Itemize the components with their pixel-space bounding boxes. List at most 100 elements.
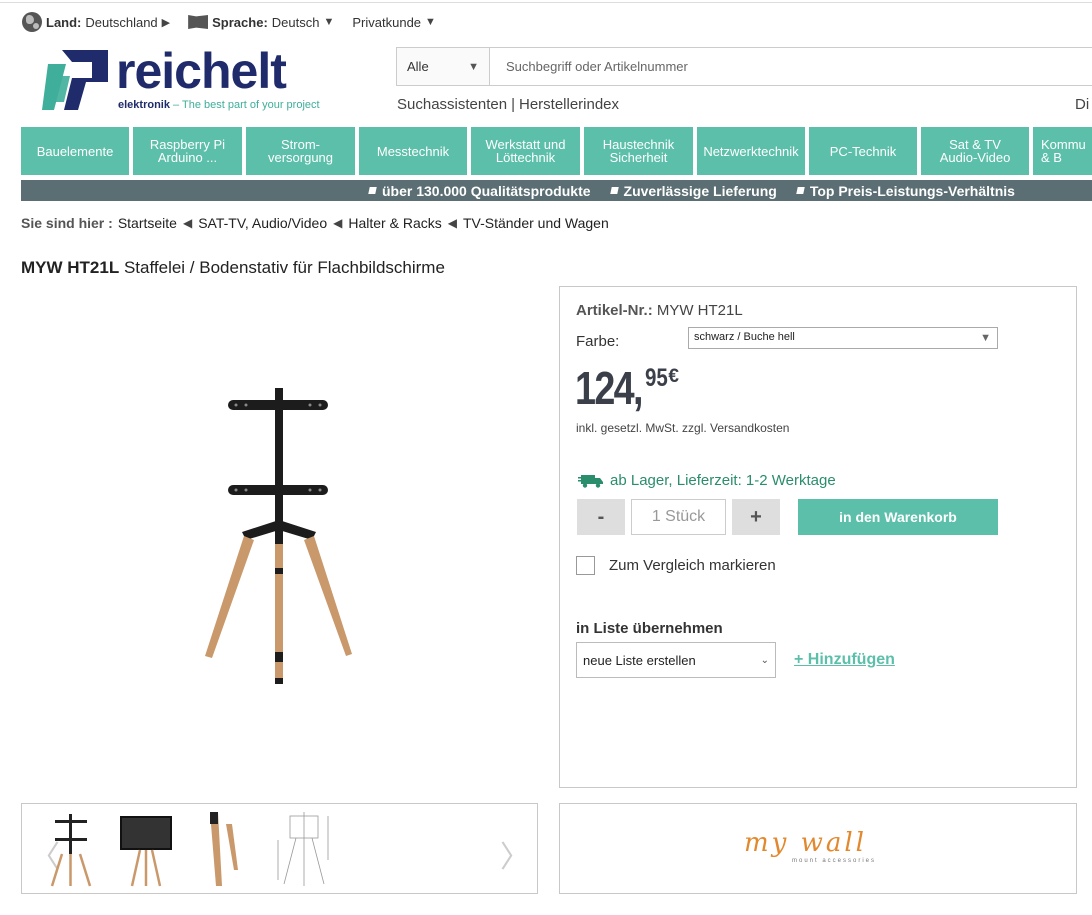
product-info-panel: Artikel-Nr.: MYW HT21L Farbe: schwarz / … — [559, 286, 1077, 788]
search-category-value: Alle — [407, 59, 429, 74]
nav-item-kommunikation[interactable]: Kommu & B — [1033, 127, 1092, 175]
globe-icon — [22, 12, 42, 32]
language-selector[interactable]: Sprache: Deutsch ▼ — [188, 15, 334, 30]
usp-text: Top Preis-Leistungs-Verhältnis — [809, 182, 1015, 199]
quantity-increase-button[interactable]: + — [732, 499, 780, 535]
square-bullet-icon — [796, 187, 805, 194]
nav-item-netzwerktechnik[interactable]: Netzwerktechnik — [697, 127, 805, 175]
product-name: Staffelei / Bodenstativ für Flachbildsch… — [123, 258, 445, 277]
logo-mark-icon — [42, 50, 108, 110]
stock-status: ab Lager, Lieferzeit: 1-2 Werktage — [578, 472, 836, 489]
breadcrumb-item[interactable]: TV-Ständer und Wagen — [463, 215, 609, 231]
stock-text: ab Lager, Lieferzeit: 1-2 Werktage — [610, 472, 836, 489]
search-category-select[interactable]: Alle ▼ — [397, 48, 490, 85]
search-bar: Alle ▼ — [396, 47, 1092, 86]
top-meta-bar: Land: Deutschland ▶ Sprache: Deutsch ▼ P… — [22, 12, 436, 32]
breadcrumb-item[interactable]: SAT-TV, Audio/Video — [198, 215, 327, 231]
list-select-value: neue Liste erstellen — [583, 652, 696, 668]
price-cents: 95 — [644, 364, 668, 392]
quantity-decrease-button[interactable]: - — [577, 499, 625, 535]
usp-text: über 130.000 Qualitätsprodukte — [382, 182, 591, 199]
compare-label: Zum Vergleich markieren — [609, 557, 776, 574]
nav-item-bauelemente[interactable]: Bauelemente — [21, 127, 129, 175]
list-label: in Liste übernehmen — [576, 620, 723, 637]
customer-type-value: Privatkunde — [352, 14, 422, 30]
chevron-down-icon: ▼ — [425, 16, 436, 28]
brand-panel: my wall mount accessories — [559, 803, 1077, 894]
brand-tagline: mount accessories — [792, 858, 877, 864]
breadcrumb-item[interactable]: Halter & Racks — [348, 215, 441, 231]
language-label: Sprache: — [212, 14, 268, 30]
add-to-cart-button[interactable]: in den Warenkorb — [798, 499, 998, 535]
product-image[interactable] — [150, 370, 410, 700]
color-select-value: schwarz / Buche hell — [694, 331, 795, 343]
price-currency: € — [668, 366, 679, 387]
thumbnail-strip: 〈 〉 — [21, 803, 538, 894]
customer-type-selector[interactable]: Privatkunde ▼ — [352, 15, 436, 30]
square-bullet-icon — [609, 187, 619, 194]
chevron-down-icon: ▼ — [980, 332, 991, 344]
nav-item-messtechnik[interactable]: Messtechnik — [359, 127, 467, 175]
article-number: Artikel-Nr.: MYW HT21L — [576, 302, 743, 319]
thumbnail[interactable] — [190, 810, 252, 888]
search-input[interactable] — [490, 48, 1092, 85]
nav-item-stromversorgung[interactable]: Strom- versorgung — [246, 127, 355, 175]
link-suchassistenten[interactable]: Suchassistenten — [397, 96, 507, 113]
chevron-right-icon[interactable]: 〉 — [500, 832, 530, 876]
logo-slogan: – The best part of your project — [169, 99, 320, 111]
thumbnail[interactable] — [272, 810, 334, 888]
usp-ribbon: über 130.000 Qualitätsprodukte Zuverläss… — [21, 180, 1092, 201]
compare-checkbox-row[interactable]: Zum Vergleich markieren — [576, 556, 776, 575]
breadcrumb-label: Sie sind hier : — [21, 215, 113, 231]
usp-item: Top Preis-Leistungs-Verhältnis — [796, 182, 1015, 199]
reichelt-logo[interactable]: reichelt elektronik – The best part of y… — [42, 43, 362, 114]
country-value: Deutschland — [85, 14, 158, 30]
logo-tagline: elektronik – The best part of your proje… — [118, 99, 320, 111]
flag-icon — [188, 15, 209, 29]
quantity-input[interactable]: 1 Stück — [631, 499, 726, 535]
quantity-stepper: - 1 Stück + — [577, 499, 780, 535]
nav-item-sat-tv[interactable]: Sat & TV Audio-Video — [921, 127, 1029, 175]
add-to-list-link[interactable]: + Hinzufügen — [794, 651, 895, 669]
color-select[interactable]: schwarz / Buche hell ▼ — [688, 327, 998, 349]
brand-logo[interactable]: my wall — [744, 828, 867, 858]
nav-item-raspberry-pi[interactable]: Raspberry Pi Arduino ... — [133, 127, 242, 175]
nav-item-haustechnik[interactable]: Haustechnik Sicherheit — [584, 127, 693, 175]
thumbnail[interactable] — [114, 810, 176, 888]
language-value: Deutsch — [271, 14, 320, 30]
triangle-left-icon: ◀ — [182, 216, 193, 230]
chevron-down-icon: ▼ — [323, 16, 335, 28]
top-divider — [0, 2, 1092, 3]
square-bullet-icon — [368, 187, 377, 194]
usp-item: Zuverlässige Lieferung — [609, 182, 777, 199]
color-label: Farbe: — [576, 333, 620, 350]
price: 124, 95 € — [575, 361, 679, 415]
link-separator: | — [511, 96, 515, 113]
list-select[interactable]: neue Liste erstellen ⌄ — [576, 642, 776, 678]
triangle-left-icon: ◀ — [333, 216, 343, 230]
breadcrumb: Sie sind hier : Startseite ◀ SAT-TV, Aud… — [21, 215, 609, 231]
compare-checkbox[interactable] — [576, 556, 595, 575]
nav-item-werkstatt[interactable]: Werkstatt und Löttechnik — [471, 127, 580, 175]
breadcrumb-item[interactable]: Startseite — [118, 215, 177, 231]
logo-wordmark: reichelt — [116, 43, 287, 99]
search-links: Suchassistenten | Herstellerindex — [397, 96, 619, 113]
article-number-label: Artikel-Nr.: — [576, 302, 653, 319]
country-label: Land: — [46, 14, 82, 30]
product-code: MYW HT21L — [21, 258, 120, 277]
country-selector[interactable]: Land: Deutschland ▶ — [22, 12, 170, 32]
page-title: MYW HT21L Staffelei / Bodenstativ für Fl… — [21, 258, 445, 278]
thumbnail[interactable] — [40, 810, 102, 888]
price-main: 124, — [575, 362, 643, 414]
nav-item-pc-technik[interactable]: PC-Technik — [809, 127, 917, 175]
article-number-value: MYW HT21L — [656, 302, 743, 319]
header-right-link[interactable]: Di — [1075, 96, 1089, 113]
vat-note: inkl. gesetzl. MwSt. zzgl. Versandkosten — [576, 421, 790, 435]
triangle-left-icon: ◀ — [447, 216, 457, 230]
usp-text: Zuverlässige Lieferung — [623, 182, 777, 199]
link-herstellerindex[interactable]: Herstellerindex — [519, 96, 619, 113]
chevron-down-icon: ▼ — [468, 60, 479, 73]
usp-item: über 130.000 Qualitätsprodukte — [368, 182, 591, 199]
category-nav: Bauelemente Raspberry Pi Arduino ... Str… — [21, 127, 1092, 175]
logo-sub-brand: elektronik — [118, 99, 170, 111]
